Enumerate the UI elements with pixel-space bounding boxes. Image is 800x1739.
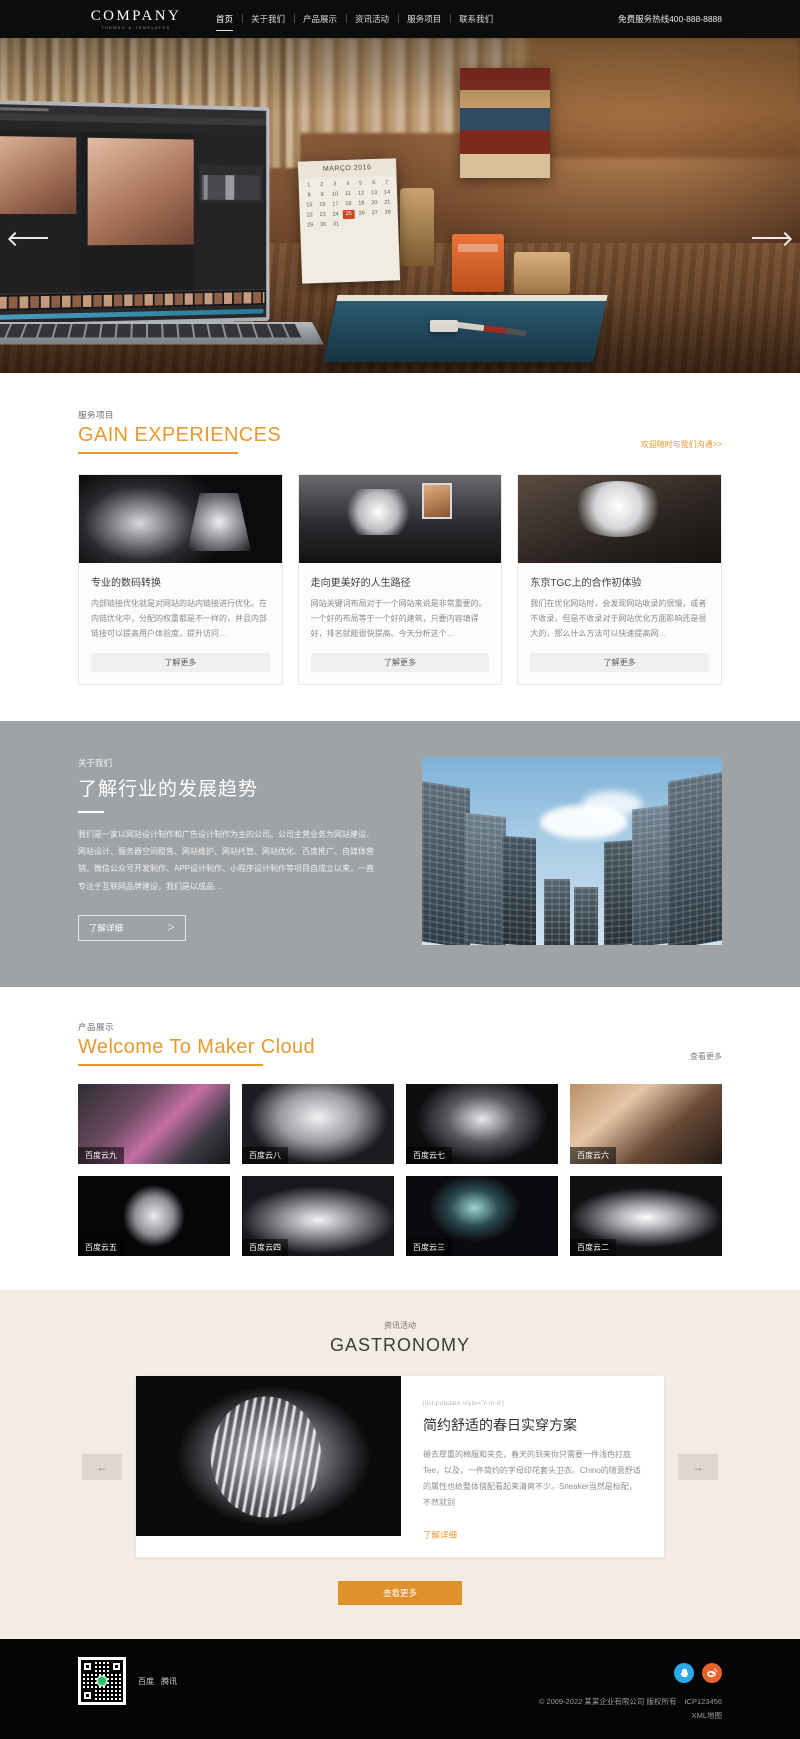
product-tile-label: 百度云八 <box>242 1147 288 1164</box>
about-kicker: 关于我们 <box>78 758 113 768</box>
product-tile[interactable]: 百度云四 <box>242 1176 394 1256</box>
news-card-excerpt: 褪去厚重的棉服和夹克，春天的到来你只需要一件浅色打底Tee，以及，一件简约的字母… <box>423 1450 641 1507</box>
product-tile-label: 百度云三 <box>406 1239 452 1256</box>
site-footer: 百度 腾讯 © 2009-2022 某某企业有限公司 版权所有 ICP123456 <box>0 1639 800 1739</box>
service-card-button[interactable]: 了解更多 <box>91 653 270 672</box>
service-card[interactable]: 东京TGC上的合作初体验 我们在优化网站时，会发现网站收录的很慢，或者不收录，但… <box>517 474 723 685</box>
products-underline <box>78 1064 263 1066</box>
nav-item-products[interactable]: 产品展示 <box>294 12 346 26</box>
footer-link-tencent[interactable]: 腾讯 <box>161 1676 177 1687</box>
service-card[interactable]: 专业的数码转换 内部链接优化就是对网站的站内链接进行优化。在内链优化中，分配的权… <box>78 474 283 685</box>
products-header: 产品展示 Welcome To Maker Cloud 查看更多 <box>78 1021 722 1066</box>
news-card-date: [list:pubdate style='Y-m-d'] <box>423 1400 505 1407</box>
xml-sitemap-link[interactable]: XML地图 <box>692 1711 722 1720</box>
service-card-desc: 内部链接优化就是对网站的站内链接进行优化。在内链优化中，分配的权重都是不一样的，… <box>91 599 267 638</box>
news-kicker: 资讯活动 <box>384 1321 416 1330</box>
product-tile[interactable]: 百度云三 <box>406 1176 558 1256</box>
service-card[interactable]: 走向更美好的人生路径 网站关键词布局对于一个网站来说是非常重要的。一个好的布局等… <box>297 474 503 685</box>
hero-next-arrow-icon[interactable] <box>752 237 790 239</box>
news-card[interactable]: [list:pubdate style='Y-m-d'] 简约舒适的春日实穿方案… <box>136 1376 664 1557</box>
product-tile-label: 百度云九 <box>78 1147 124 1164</box>
service-card-image <box>298 475 502 563</box>
product-tile-label: 百度云六 <box>570 1147 616 1164</box>
news-title: GASTRONOMY <box>329 1335 470 1355</box>
about-rule <box>78 811 104 813</box>
services-kicker: 服务项目 <box>78 410 115 420</box>
products-grid: 百度云九 百度云八 百度云七 百度云六 百度云五 百度云四 百度云三 百度云二 <box>78 1084 722 1256</box>
hero-image: MARÇO 2016 1234567 891011121314 15161718… <box>0 38 800 373</box>
products-title: Welcome To Maker Cloud <box>78 1036 316 1058</box>
product-tile-label: 百度云五 <box>78 1239 124 1256</box>
social-links <box>674 1663 722 1683</box>
hero-banner: MARÇO 2016 1234567 891011121314 15161718… <box>0 38 800 373</box>
service-card-title: 专业的数码转换 <box>91 578 161 589</box>
site-header: COMPANY THEMES & TEMPLATES 首页 关于我们 产品展示 … <box>0 0 800 38</box>
page-root: COMPANY THEMES & TEMPLATES 首页 关于我们 产品展示 … <box>0 0 800 1739</box>
service-card-button[interactable]: 了解更多 <box>530 653 710 672</box>
products-kicker: 产品展示 <box>78 1022 115 1032</box>
services-grid: 专业的数码转换 内部链接优化就是对网站的站内链接进行优化。在内链优化中，分配的权… <box>78 474 723 685</box>
news-card-image <box>136 1376 401 1536</box>
product-tile[interactable]: 百度云七 <box>406 1084 558 1164</box>
service-card-image <box>79 475 282 563</box>
icp-number: ICP123456 <box>684 1696 722 1706</box>
services-underline <box>78 452 238 454</box>
products-more-link[interactable]: 查看更多 <box>690 1051 722 1062</box>
about-text: 我们是一家以网站设计制作和广告设计制作为主的公司。公司主营业务为网站建设、网站设… <box>78 830 375 891</box>
product-tile[interactable]: 百度云八 <box>242 1084 394 1164</box>
nav-item-contact[interactable]: 联系我们 <box>450 12 502 26</box>
news-card-title: 简约舒适的春日实穿方案 <box>423 1417 577 1433</box>
services-more-link[interactable]: 欢迎随时与我们沟通>> <box>641 439 722 450</box>
service-card-image <box>518 475 722 563</box>
logo-text: COMPANY <box>90 7 182 24</box>
nav-item-home[interactable]: 首页 <box>207 12 242 31</box>
news-header: 资讯活动 GASTRONOMY <box>0 1320 800 1356</box>
news-next-button[interactable]: → <box>678 1453 718 1480</box>
hotline-text: 免费服务热线400-888-8888 <box>618 14 722 24</box>
about-title: 了解行业的发展趋势 <box>78 779 259 800</box>
about-detail-button[interactable]: 了解详细 ＞ <box>78 914 186 941</box>
footer-links: 百度 腾讯 <box>138 1676 177 1687</box>
product-tile[interactable]: 百度云五 <box>78 1176 230 1256</box>
weibo-icon[interactable] <box>702 1663 722 1683</box>
product-tile[interactable]: 百度云二 <box>570 1176 722 1256</box>
service-card-desc: 网站关键词布局对于一个网站来说是非常重要的。一个好的布局等于一个好的建筑，只要内… <box>310 599 487 638</box>
service-card-desc: 我们在优化网站时，会发现网站收录的很慢，或者不收录，但是不收录对于网站优化方面影… <box>530 599 707 638</box>
products-section: 产品展示 Welcome To Maker Cloud 查看更多 百度云九 百度… <box>0 987 800 1290</box>
services-section: 服务项目 GAIN EXPERIENCES 欢迎随时与我们沟通>> 专业的数码转… <box>0 373 800 721</box>
product-tile[interactable]: 百度云六 <box>570 1084 722 1164</box>
nav-item-news[interactable]: 资讯活动 <box>346 12 398 26</box>
footer-copyright: © 2009-2022 某某企业有限公司 版权所有 ICP123456 XML地图 <box>539 1695 722 1724</box>
product-tile-label: 百度云七 <box>406 1147 452 1164</box>
product-tile-label: 百度云二 <box>570 1239 616 1256</box>
logo-subtitle: THEMES & TEMPLATES <box>101 25 171 30</box>
chevron-right-icon: ＞ <box>167 923 175 933</box>
copyright-text: © 2009-2022 某某企业有限公司 版权所有 <box>538 1696 677 1706</box>
about-image <box>422 757 722 945</box>
news-card-link[interactable]: 了解详细 <box>423 1529 644 1541</box>
hero-prev-arrow-icon[interactable] <box>10 237 48 239</box>
news-more-button[interactable]: 查看更多 <box>338 1581 462 1605</box>
product-tile-label: 百度云四 <box>242 1239 288 1256</box>
footer-link-baidu[interactable]: 百度 <box>138 1676 154 1687</box>
product-tile[interactable]: 百度云九 <box>78 1084 230 1164</box>
site-logo[interactable]: COMPANY THEMES & TEMPLATES <box>84 7 188 30</box>
service-card-title: 走向更美好的人生路径 <box>310 578 411 589</box>
news-section: 资讯活动 GASTRONOMY ← [list:pubdate style='Y… <box>0 1290 800 1639</box>
news-prev-button[interactable]: ← <box>82 1453 122 1480</box>
qr-code-icon <box>78 1657 126 1705</box>
nav-item-about[interactable]: 关于我们 <box>242 12 294 26</box>
service-card-title: 东京TGC上的合作初体验 <box>530 578 642 589</box>
qq-icon[interactable] <box>674 1663 694 1683</box>
main-nav: 首页 关于我们 产品展示 资讯活动 服务项目 联系我们 <box>207 12 502 31</box>
services-title: GAIN EXPERIENCES <box>78 424 282 446</box>
services-header: 服务项目 GAIN EXPERIENCES 欢迎随时与我们沟通>> <box>78 409 722 454</box>
about-section: 关于我们 了解行业的发展趋势 我们是一家以网站设计制作和广告设计制作为主的公司。… <box>0 721 800 987</box>
service-card-button[interactable]: 了解更多 <box>310 653 490 672</box>
nav-item-services[interactable]: 服务项目 <box>398 12 450 26</box>
about-detail-button-label: 了解详细 <box>89 922 124 933</box>
